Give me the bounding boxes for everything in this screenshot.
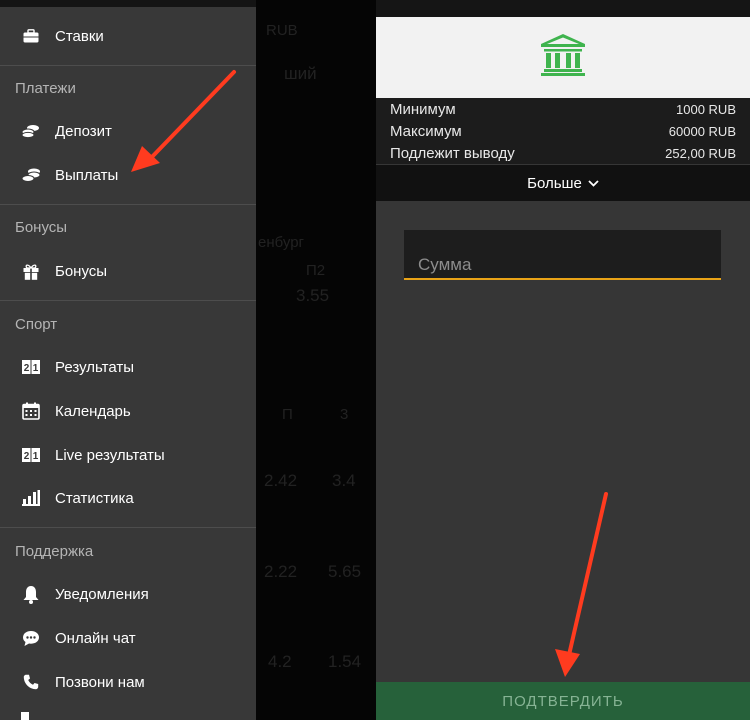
bg-text: 4.2 — [268, 652, 292, 671]
limit-label: Минимум — [390, 100, 456, 118]
amount-input[interactable] — [404, 230, 721, 278]
section-title-support: Поддержка — [15, 543, 94, 560]
amount-field[interactable] — [404, 230, 721, 280]
section-title-sport: Спорт — [15, 316, 58, 333]
svg-text:1: 1 — [33, 451, 39, 462]
withdraw-panel: Минимум 1000 RUB Максимум 60000 RUB Подл… — [376, 0, 750, 720]
divider — [0, 300, 256, 301]
bg-text: П2 — [306, 262, 326, 279]
bg-text: 3 — [340, 406, 349, 423]
dimmed-background: RUB ший енбург П2 3.55 П 3 2.42 3.4 2.22… — [256, 0, 376, 720]
limit-label: Подлежит выводу — [390, 144, 515, 162]
navigation-drawer: Ставки Платежи Депозит Выплаты Бонусы Бо… — [0, 0, 256, 720]
divider — [0, 527, 256, 528]
more-toggle[interactable]: Больше — [376, 165, 750, 201]
limit-row-maximum: Максимум 60000 RUB — [390, 120, 736, 142]
bg-text: 3.55 — [296, 286, 330, 305]
coins-icon — [21, 121, 41, 141]
bg-text: П — [282, 406, 293, 423]
menu-item-label: Live результаты — [55, 446, 165, 464]
payment-method-header — [376, 17, 750, 98]
menu-item-bonuses[interactable]: Бонусы — [0, 251, 256, 291]
bg-text: 5.65 — [328, 562, 362, 581]
menu-item-call-us[interactable]: Позвони нам — [0, 662, 256, 702]
menu-item-label: Календарь — [55, 402, 131, 420]
bg-text: 2.22 — [264, 562, 298, 581]
limit-value: 60000 RUB — [668, 123, 736, 139]
divider — [0, 65, 256, 66]
chevron-down-icon — [588, 179, 599, 187]
menu-item-results[interactable]: 21 Результаты — [0, 347, 256, 387]
menu-item-label: Результаты — [55, 358, 134, 376]
menu-item-label: Депозит — [55, 122, 112, 140]
withdraw-limits: Минимум 1000 RUB Максимум 60000 RUB Подл… — [376, 98, 750, 164]
bg-text: енбург — [258, 234, 305, 251]
bell-icon — [21, 584, 41, 604]
briefcase-icon — [21, 26, 41, 46]
scoreboard-icon: 21 — [21, 445, 41, 465]
drawer-top-strip — [0, 0, 256, 7]
menu-item-label: Уведомления — [55, 585, 149, 603]
next-item-icon — [21, 712, 29, 720]
calendar-icon — [21, 401, 41, 421]
menu-item-label: Ставки — [55, 27, 104, 45]
gift-icon — [21, 261, 41, 281]
phone-icon — [21, 672, 41, 692]
limit-label: Максимум — [390, 122, 462, 140]
menu-item-notifications[interactable]: Уведомления — [0, 574, 256, 614]
panel-top-bar — [376, 0, 750, 17]
bg-text: RUB — [266, 22, 298, 39]
menu-item-statistics[interactable]: Статистика — [0, 478, 256, 518]
more-label: Больше — [527, 174, 582, 192]
svg-text:1: 1 — [33, 363, 39, 374]
menu-item-label: Статистика — [55, 489, 134, 507]
menu-item-label: Позвони нам — [55, 673, 145, 691]
section-title-payments: Платежи — [15, 80, 76, 97]
chat-icon — [21, 628, 41, 648]
section-title-bonuses: Бонусы — [15, 219, 68, 236]
menu-item-label: Бонусы — [55, 262, 108, 280]
svg-text:2: 2 — [24, 451, 30, 462]
bank-icon — [541, 34, 585, 81]
menu-item-label: Онлайн чат — [55, 629, 136, 647]
menu-item-online-chat[interactable]: Онлайн чат — [0, 618, 256, 658]
limit-row-minimum: Минимум 1000 RUB — [390, 98, 736, 120]
svg-text:2: 2 — [24, 363, 30, 374]
bg-text: 2.42 — [264, 471, 298, 490]
bg-text: 3.4 — [332, 471, 356, 490]
menu-item-calendar[interactable]: Календарь — [0, 391, 256, 431]
coins-stack-icon — [21, 165, 41, 185]
limit-value: 252,00 RUB — [665, 145, 736, 161]
menu-item-bets[interactable]: Ставки — [0, 16, 256, 56]
limit-value: 1000 RUB — [676, 101, 736, 117]
bg-text: 1.54 — [328, 652, 362, 671]
limit-row-withdrawable: Подлежит выводу 252,00 RUB — [390, 142, 736, 164]
menu-item-deposit[interactable]: Депозит — [0, 111, 256, 151]
bg-text: ший — [284, 64, 317, 83]
bar-chart-icon — [21, 488, 41, 508]
divider — [0, 204, 256, 205]
menu-item-live-results[interactable]: 21 Live результаты — [0, 435, 256, 475]
menu-item-payouts[interactable]: Выплаты — [0, 155, 256, 195]
confirm-button[interactable]: ПОДТВЕРДИТЬ — [376, 682, 750, 720]
menu-item-label: Выплаты — [55, 166, 119, 184]
scoreboard-icon: 21 — [21, 357, 41, 377]
